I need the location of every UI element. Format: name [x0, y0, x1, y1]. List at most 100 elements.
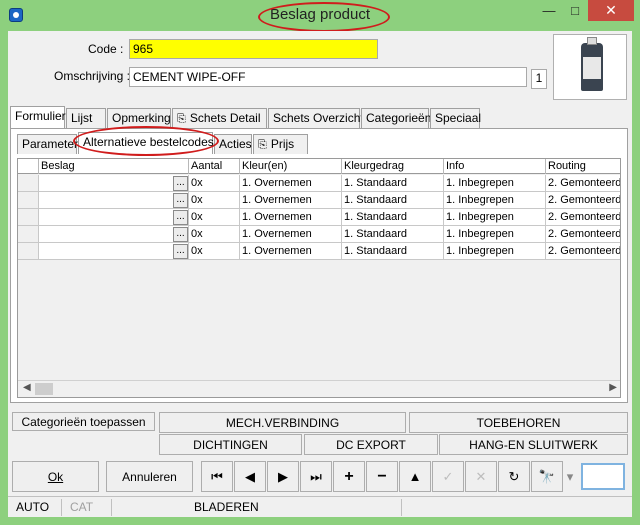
- cell-aantal[interactable]: 0x: [189, 209, 240, 226]
- header-routing[interactable]: Routing: [546, 159, 620, 174]
- categorieen-toepassen-button[interactable]: Categorieën toepassen: [12, 412, 155, 431]
- code-label: Code :: [88, 42, 124, 56]
- delete-record-icon[interactable]: −: [366, 461, 398, 492]
- header-indicator: [18, 159, 39, 174]
- tab-categorieen[interactable]: Categorieën: [361, 108, 431, 128]
- alternative-codes-grid: Beslag Aantal Kleur(en) Kleurgedrag Info…: [17, 158, 621, 398]
- browse-ellipsis-button[interactable]: ...: [173, 176, 188, 191]
- scroll-right-icon[interactable]: ▶: [609, 382, 617, 393]
- table-row[interactable]: 0x 1. Overnemen 1. Standaard 1. Inbegrepen 2…: [18, 243, 620, 260]
- row-indicator[interactable]: [18, 192, 39, 209]
- row-indicator[interactable]: [18, 209, 39, 226]
- cell-routing[interactable]: 2. Gemonteerd: [546, 209, 620, 226]
- dc-export-button[interactable]: DC EXPORT: [304, 434, 438, 455]
- header-beslag[interactable]: Beslag: [39, 159, 189, 174]
- cell-info[interactable]: 1. Inbegrepen: [444, 175, 546, 192]
- search-dropdown-icon[interactable]: ▾: [563, 461, 577, 492]
- cell-kleurgedrag[interactable]: 1. Standaard: [342, 209, 444, 226]
- subtab-acties[interactable]: Acties: [214, 134, 252, 154]
- annuleren-button[interactable]: Annuleren: [106, 461, 193, 492]
- cell-aantal[interactable]: 0x: [189, 243, 240, 260]
- refresh-icon[interactable]: ↻: [498, 461, 530, 492]
- row-indicator[interactable]: [18, 226, 39, 243]
- scroll-thumb[interactable]: [35, 383, 53, 395]
- cell-kleurgedrag[interactable]: 1. Standaard: [342, 226, 444, 243]
- edit-up-icon[interactable]: ▲: [399, 461, 431, 492]
- dichtingen-button[interactable]: DICHTINGEN: [159, 434, 302, 455]
- browse-ellipsis-button[interactable]: ...: [173, 244, 188, 259]
- status-auto: AUTO: [8, 499, 62, 516]
- cell-kleurgedrag[interactable]: 1. Standaard: [342, 192, 444, 209]
- tab-speciaal[interactable]: Speciaal: [430, 108, 481, 128]
- cell-aantal[interactable]: 0x: [189, 175, 240, 192]
- table-row[interactable]: 0x 1. Overnemen 1. Standaard 1. Inbegrepen 2…: [18, 209, 620, 226]
- cell-info[interactable]: 1. Inbegrepen: [444, 209, 546, 226]
- browse-ellipsis-button[interactable]: ...: [173, 193, 188, 208]
- tab-lijst[interactable]: Lijst: [66, 108, 106, 128]
- tab-schets-detail[interactable]: ⎘ Schets Detail: [172, 108, 267, 128]
- cell-beslag[interactable]: [39, 192, 189, 209]
- title-highlight-ellipse: [258, 2, 390, 32]
- close-button[interactable]: ✕: [588, 0, 634, 21]
- cell-kleur[interactable]: 1. Overnemen: [240, 175, 342, 192]
- tab-opmerking[interactable]: Opmerking: [107, 108, 171, 128]
- hang-en-sluitwerk-button[interactable]: HANG-EN SLUITWERK: [439, 434, 628, 455]
- minimize-button[interactable]: —: [536, 2, 562, 22]
- cell-beslag[interactable]: [39, 243, 189, 260]
- cell-routing[interactable]: 2. Gemonteerd: [546, 192, 620, 209]
- row-indicator[interactable]: [18, 175, 39, 192]
- tab-formulier[interactable]: Formulier: [10, 106, 66, 128]
- cell-beslag[interactable]: [39, 175, 189, 192]
- attachment-icon: ⎘: [177, 113, 186, 125]
- cell-kleur[interactable]: 1. Overnemen: [240, 209, 342, 226]
- cell-aantal[interactable]: 0x: [189, 226, 240, 243]
- browse-ellipsis-button[interactable]: ...: [173, 210, 188, 225]
- mech-verbinding-button[interactable]: MECH.VERBINDING: [159, 412, 406, 433]
- status-mode: BLADEREN: [112, 499, 402, 516]
- cell-kleur[interactable]: 1. Overnemen: [240, 243, 342, 260]
- subtab-parameters[interactable]: Parameters: [17, 134, 84, 154]
- browse-ellipsis-button[interactable]: ...: [173, 227, 188, 242]
- horizontal-scrollbar[interactable]: ◀ ▶: [18, 380, 620, 397]
- header-info[interactable]: Info: [444, 159, 546, 174]
- table-row[interactable]: 0x 1. Overnemen 1. Standaard 1. Inbegrepen 2…: [18, 192, 620, 209]
- row-indicator[interactable]: [18, 243, 39, 260]
- binoculars-search-icon[interactable]: 🔭: [531, 461, 563, 492]
- table-row[interactable]: 0x 1. Overnemen 1. Standaard 1. Inbegrepen 2…: [18, 226, 620, 243]
- subtab-highlight-ellipse: [73, 126, 219, 156]
- first-record-icon[interactable]: ⏮: [201, 461, 233, 492]
- cell-kleur[interactable]: 1. Overnemen: [240, 192, 342, 209]
- cell-kleur[interactable]: 1. Overnemen: [240, 226, 342, 243]
- grid-header: Beslag Aantal Kleur(en) Kleurgedrag Info…: [18, 159, 620, 174]
- header-kleurgedrag[interactable]: Kleurgedrag: [342, 159, 444, 174]
- cell-info[interactable]: 1. Inbegrepen: [444, 243, 546, 260]
- cell-beslag[interactable]: [39, 209, 189, 226]
- bottle-icon: [581, 37, 603, 91]
- subtab-prijs[interactable]: ⎘ Prijs: [253, 134, 308, 154]
- cell-beslag[interactable]: [39, 226, 189, 243]
- cell-kleurgedrag[interactable]: 1. Standaard: [342, 243, 444, 260]
- header-kleuren[interactable]: Kleur(en): [240, 159, 342, 174]
- maximize-button[interactable]: □: [562, 2, 588, 22]
- search-input[interactable]: [581, 463, 625, 490]
- table-row[interactable]: 0x 1. Overnemen 1. Standaard 1. Inbegrepen 2…: [18, 175, 620, 192]
- tab-schets-overzicht[interactable]: Schets Overzicht: [268, 108, 364, 128]
- scroll-left-icon[interactable]: ◀: [23, 382, 31, 393]
- next-record-icon[interactable]: ▶: [267, 461, 299, 492]
- description-field[interactable]: CEMENT WIPE-OFF: [129, 67, 527, 87]
- cell-routing[interactable]: 2. Gemonteerd: [546, 226, 620, 243]
- cell-kleurgedrag[interactable]: 1. Standaard: [342, 175, 444, 192]
- add-record-icon[interactable]: +: [333, 461, 365, 492]
- previous-record-icon[interactable]: ◀: [234, 461, 266, 492]
- ok-button[interactable]: Ok: [12, 461, 99, 492]
- header-aantal[interactable]: Aantal: [189, 159, 240, 174]
- toebehoren-button[interactable]: TOEBEHOREN: [409, 412, 628, 433]
- application-window: Beslag product — □ ✕ Code : 965 Omschrij…: [0, 0, 640, 525]
- cell-routing[interactable]: 2. Gemonteerd: [546, 175, 620, 192]
- cell-routing[interactable]: 2. Gemonteerd: [546, 243, 620, 260]
- cell-info[interactable]: 1. Inbegrepen: [444, 226, 546, 243]
- last-record-icon[interactable]: ⏭: [300, 461, 332, 492]
- code-field[interactable]: 965: [129, 39, 378, 59]
- cell-aantal[interactable]: 0x: [189, 192, 240, 209]
- cell-info[interactable]: 1. Inbegrepen: [444, 192, 546, 209]
